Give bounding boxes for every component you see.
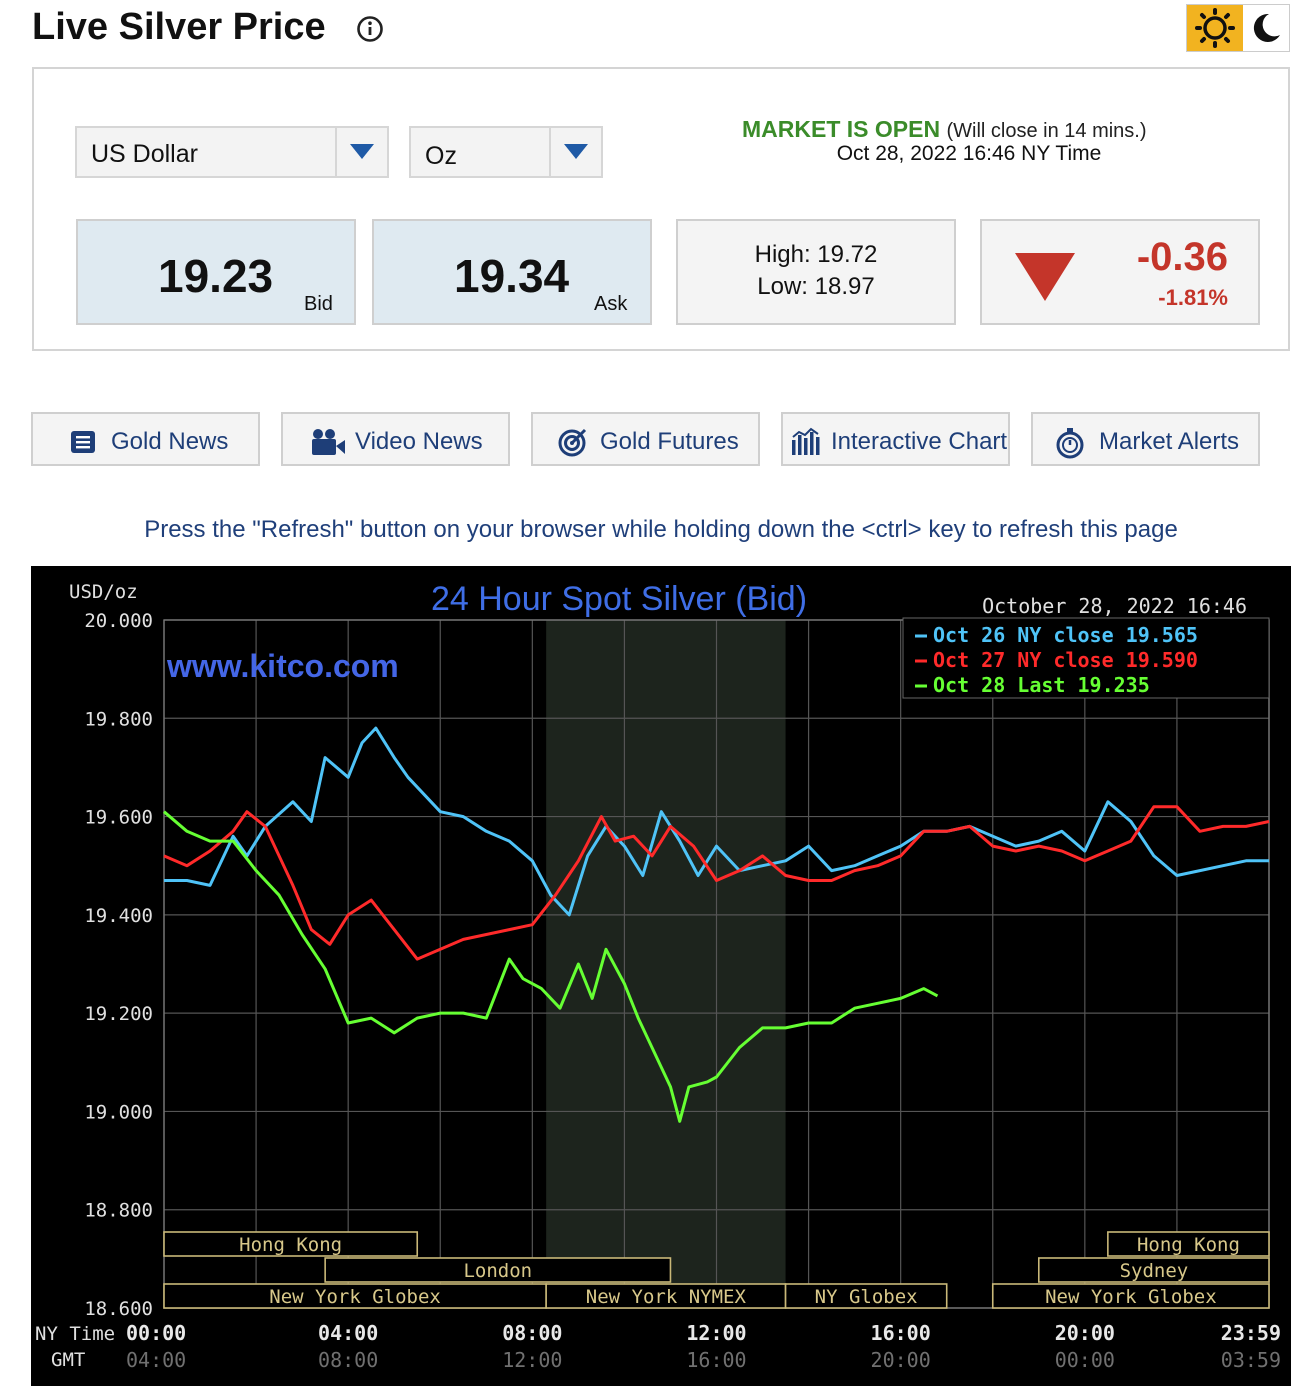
interactive-chart-label: Interactive Chart: [831, 428, 1008, 455]
y-axis-unit-label: USD/oz: [69, 581, 138, 603]
low-value: Low: 18.97: [757, 273, 875, 300]
x-tick-label-ny: 04:00: [318, 1321, 378, 1345]
target-icon: [558, 428, 587, 457]
refresh-instructions: Press the "Refresh" button on your brows…: [144, 516, 1178, 543]
market-timestamp: Oct 28, 2022 16:46 NY Time: [836, 142, 1102, 165]
change-percent: -1.81%: [1158, 285, 1228, 310]
bid-label: Bid: [304, 293, 333, 315]
y-tick-label: 19.600: [84, 807, 153, 829]
ask-label: Ask: [594, 293, 628, 315]
price-panel: US Dollar Oz MARKET IS OPEN (Will close …: [32, 67, 1290, 351]
session-label: Hong Kong: [1137, 1234, 1240, 1256]
sun-icon: [1195, 8, 1235, 48]
market-close-note: (Will close in 14 mins.): [946, 120, 1147, 142]
x-tick-label-ny: 23:59: [1221, 1321, 1281, 1345]
bid-box: 19.23 Bid: [76, 219, 356, 325]
info-circle-icon[interactable]: [355, 14, 385, 44]
y-tick-label: 18.600: [84, 1298, 153, 1320]
x-tick-label-ny: 20:00: [1055, 1321, 1115, 1345]
legend-entry: Oct 26 NY close 19.565: [933, 623, 1198, 647]
currency-dropdown-button[interactable]: [335, 128, 387, 176]
x-tick-label-ny: 08:00: [502, 1321, 562, 1345]
dark-theme-button[interactable]: [1243, 5, 1289, 51]
chevron-down-icon: [564, 144, 588, 159]
market-status: MARKET IS OPEN (Will close in 14 mins.): [742, 116, 1272, 143]
chevron-down-icon: [350, 144, 374, 159]
unit-dropdown-button[interactable]: [549, 128, 601, 176]
gold-news-label: Gold News: [111, 428, 229, 455]
light-theme-button[interactable]: [1187, 5, 1243, 51]
high-value: High: 19.72: [754, 241, 878, 268]
x-tick-label-ny: 00:00: [126, 1321, 186, 1345]
chart-date-label: October 28, 2022 16:46: [982, 594, 1247, 618]
y-tick-label: 18.800: [84, 1200, 153, 1222]
high-low-box: High: 19.72 Low: 18.97: [676, 219, 956, 325]
video-news-label: Video News: [355, 428, 483, 455]
session-label: Hong Kong: [239, 1234, 342, 1256]
ask-price: 19.34: [454, 250, 570, 302]
interactive-chart-button[interactable]: Interactive Chart: [781, 412, 1010, 466]
x-tick-label-ny: 16:00: [871, 1321, 931, 1345]
gold-futures-button[interactable]: Gold Futures: [531, 412, 760, 466]
legend-entry: Oct 27 NY close 19.590: [933, 648, 1198, 672]
session-label: Sydney: [1120, 1260, 1189, 1282]
y-tick-label: 19.800: [84, 708, 153, 730]
gmt-row-label: GMT: [51, 1349, 85, 1371]
bid-price: 19.23: [158, 250, 274, 302]
x-tick-label-gmt: 16:00: [686, 1348, 746, 1372]
x-tick-label-gmt: 00:00: [1055, 1348, 1115, 1372]
x-tick-label-gmt: 04:00: [126, 1348, 186, 1372]
change-value: -0.36: [1136, 235, 1228, 279]
y-tick-label: 19.200: [84, 1003, 153, 1025]
nymex-shaded-region: [546, 620, 786, 1308]
x-tick-label-ny: 12:00: [686, 1321, 746, 1345]
currency-select-value: US Dollar: [91, 140, 198, 168]
moon-icon: [1253, 13, 1280, 42]
market-alerts-button[interactable]: Market Alerts: [1031, 412, 1260, 466]
page-title: Live Silver Price: [32, 6, 326, 48]
session-label: New York Globex: [1045, 1286, 1217, 1308]
video-camera-icon: [312, 429, 345, 455]
y-tick-label: 19.000: [84, 1101, 153, 1123]
bar-chart-icon: [792, 427, 820, 455]
theme-toggle[interactable]: [1186, 4, 1290, 52]
chart-watermark: www.kitco.com: [166, 648, 399, 684]
silver-price-chart: Hong Kong London New York Globex New York N…: [31, 566, 1291, 1386]
market-open-label: MARKET IS OPEN: [742, 116, 941, 142]
x-tick-label-gmt: 08:00: [318, 1348, 378, 1372]
x-tick-label-gmt: 20:00: [871, 1348, 931, 1372]
session-label: New York Globex: [269, 1286, 441, 1308]
session-label: London: [463, 1260, 532, 1282]
ask-box: 19.34 Ask: [372, 219, 652, 325]
down-arrow-icon: [1015, 253, 1075, 301]
y-tick-label: 19.400: [84, 905, 153, 927]
gold-futures-label: Gold Futures: [600, 428, 739, 455]
gold-news-button[interactable]: Gold News: [31, 412, 260, 466]
unit-select[interactable]: Oz: [409, 126, 603, 178]
video-news-button[interactable]: Video News: [281, 412, 510, 466]
change-box: -0.36 -1.81%: [980, 219, 1260, 325]
chart-canvas: Hong Kong London New York Globex New York N…: [31, 566, 1291, 1386]
chart-title: 24 Hour Spot Silver (Bid): [431, 580, 807, 618]
legend-entry: Oct 28 Last 19.235: [933, 673, 1150, 697]
y-tick-label: 20.000: [84, 610, 153, 632]
session-label: New York NYMEX: [586, 1286, 747, 1308]
ny-time-row-label: NY Time: [35, 1323, 115, 1345]
session-label: NY Globex: [815, 1286, 918, 1308]
x-tick-label-gmt: 12:00: [502, 1348, 562, 1372]
x-tick-label-gmt: 03:59: [1221, 1348, 1281, 1372]
currency-select[interactable]: US Dollar: [75, 126, 389, 178]
stopwatch-icon: [1056, 428, 1084, 459]
unit-select-value: Oz: [425, 142, 457, 170]
market-alerts-label: Market Alerts: [1099, 428, 1240, 455]
newspaper-icon: [71, 431, 95, 453]
